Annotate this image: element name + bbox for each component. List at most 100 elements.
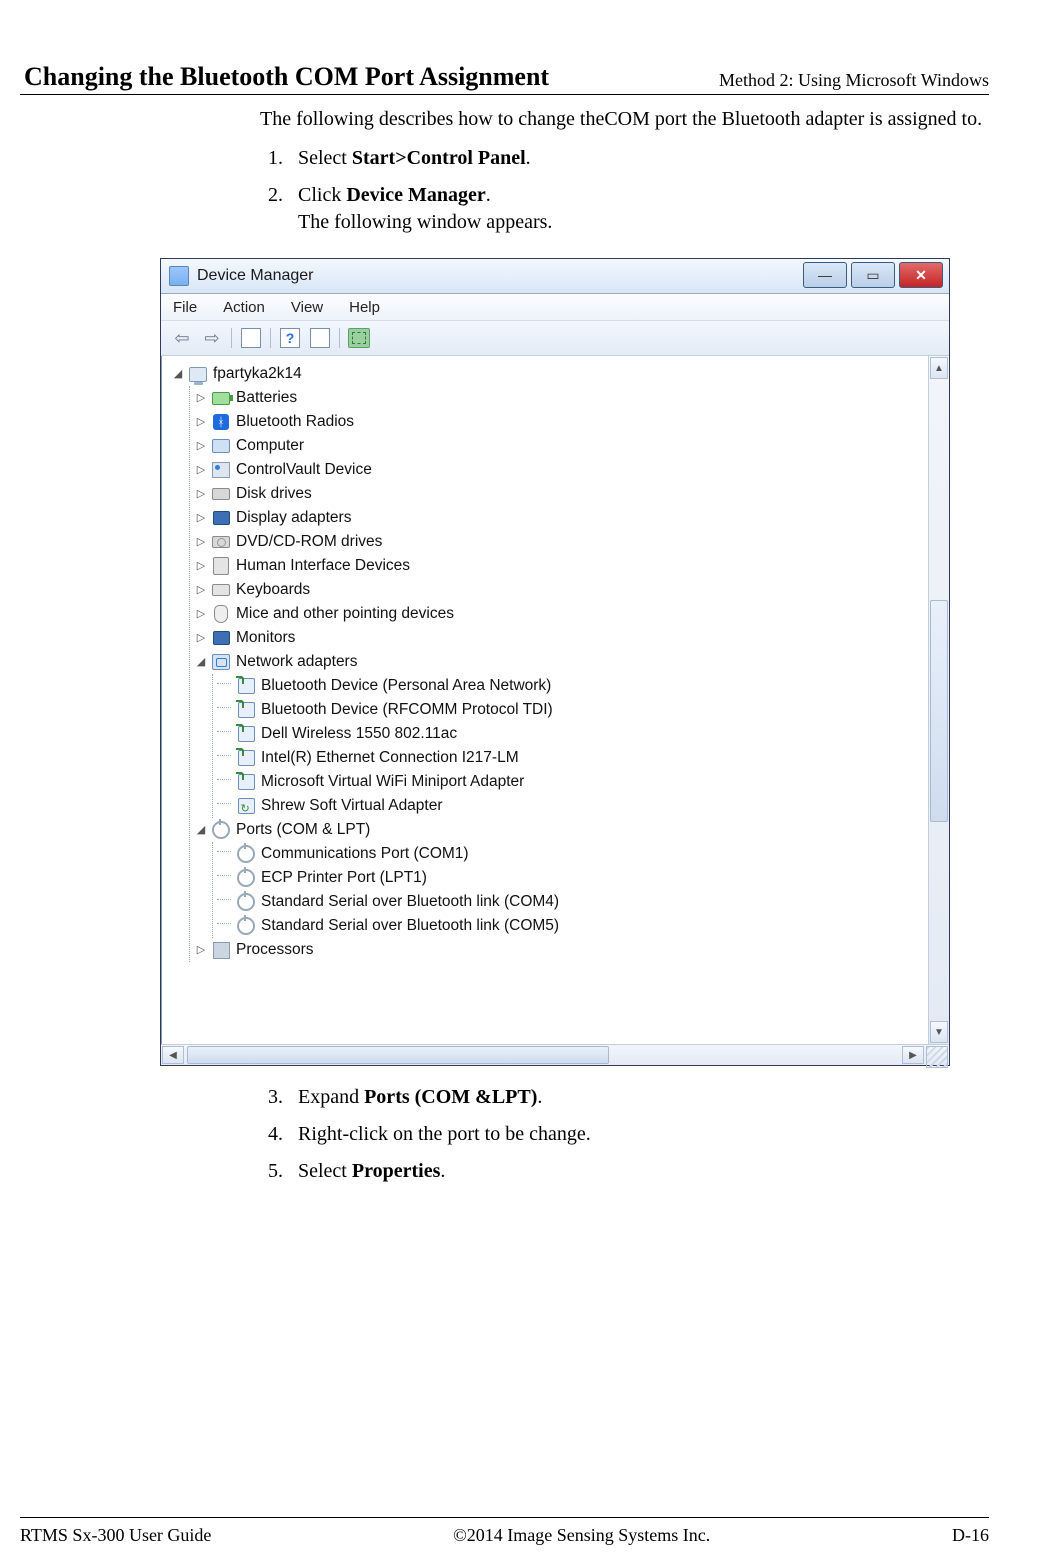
scroll-down-button[interactable]: ▼ bbox=[930, 1021, 948, 1043]
page-icon bbox=[241, 328, 261, 348]
port-icon bbox=[237, 917, 255, 935]
vertical-scrollbar[interactable]: ▲ ▼ bbox=[928, 356, 949, 1044]
minimize-button[interactable]: — bbox=[803, 262, 847, 288]
window-titlebar[interactable]: Device Manager — ▭ ✕ bbox=[161, 259, 949, 294]
toolbar-properties-button[interactable] bbox=[307, 326, 333, 350]
step-2: Click Device Manager. The following wind… bbox=[288, 182, 989, 236]
processor-icon bbox=[213, 942, 230, 959]
tree-node-keyboards[interactable]: ▷Keyboards bbox=[192, 578, 928, 602]
header-right-text: Method 2: Using Microsoft Windows bbox=[719, 70, 989, 91]
tree-leaf-port-com1[interactable]: Communications Port (COM1) bbox=[215, 842, 928, 866]
monitor-icon bbox=[213, 631, 230, 645]
tree-root[interactable]: ◢ fpartyka2k14 bbox=[169, 362, 928, 386]
computer-category-icon bbox=[212, 439, 230, 453]
port-icon bbox=[237, 893, 255, 911]
expander-icon[interactable]: ▷ bbox=[194, 458, 208, 482]
close-button[interactable]: ✕ bbox=[899, 262, 943, 288]
tree-leaf-net-intel[interactable]: Intel(R) Ethernet Connection I217-LM bbox=[215, 746, 928, 770]
tree-leaf-net-rfcomm[interactable]: Bluetooth Device (RFCOMM Protocol TDI) bbox=[215, 698, 928, 722]
toolbar-forward-button[interactable]: ⇨ bbox=[199, 326, 225, 350]
expander-icon[interactable]: ▷ bbox=[194, 938, 208, 962]
network-adapter-icon bbox=[238, 750, 255, 766]
tree-node-computer[interactable]: ▷Computer bbox=[192, 434, 928, 458]
menu-action[interactable]: Action bbox=[223, 299, 265, 316]
step-5: Select Properties. bbox=[288, 1158, 989, 1185]
scroll-right-button[interactable]: ▶ bbox=[902, 1046, 924, 1064]
tree-node-hid[interactable]: ▷Human Interface Devices bbox=[192, 554, 928, 578]
tree-node-controlvault[interactable]: ▷ControlVault Device bbox=[192, 458, 928, 482]
step-1: Select Start>Control Panel. bbox=[288, 145, 989, 172]
controlvault-icon bbox=[212, 462, 230, 478]
expander-icon[interactable]: ◢ bbox=[171, 362, 185, 386]
network-adapter-icon bbox=[238, 678, 255, 694]
toolbar-scan-button[interactable] bbox=[346, 326, 372, 350]
vscroll-track[interactable] bbox=[929, 380, 949, 1020]
ports-icon bbox=[212, 821, 230, 839]
hscroll-thumb[interactable] bbox=[187, 1046, 609, 1064]
maximize-button[interactable]: ▭ bbox=[851, 262, 895, 288]
device-manager-window: Device Manager — ▭ ✕ File Action View He… bbox=[160, 258, 950, 1066]
tree-node-bluetooth-radios[interactable]: ▷ᚼBluetooth Radios bbox=[192, 410, 928, 434]
scan-icon bbox=[348, 328, 370, 348]
computer-icon bbox=[189, 367, 207, 382]
header-rule bbox=[20, 94, 989, 95]
menu-help[interactable]: Help bbox=[349, 299, 380, 316]
expander-icon[interactable]: ▷ bbox=[194, 410, 208, 434]
expander-icon[interactable]: ▷ bbox=[194, 578, 208, 602]
tree-node-display-adapters[interactable]: ▷Display adapters bbox=[192, 506, 928, 530]
tree-node-disk-drives[interactable]: ▷Disk drives bbox=[192, 482, 928, 506]
network-adapter-icon bbox=[238, 702, 255, 718]
keyboard-icon bbox=[212, 584, 230, 596]
footer-rule bbox=[20, 1517, 989, 1518]
toolbar-back-button[interactable]: ⇦ bbox=[169, 326, 195, 350]
tree-leaf-net-dell[interactable]: Dell Wireless 1550 802.11ac bbox=[215, 722, 928, 746]
expander-icon[interactable]: ▷ bbox=[194, 434, 208, 458]
toolbar-show-hidden-button[interactable] bbox=[238, 326, 264, 350]
size-grip[interactable] bbox=[926, 1046, 948, 1068]
tree-node-processors[interactable]: ▷Processors bbox=[192, 938, 928, 962]
page-footer: RTMS Sx-300 User Guide ©2014 Image Sensi… bbox=[20, 1525, 989, 1546]
dvd-icon bbox=[212, 536, 230, 548]
step-4: Right-click on the port to be change. bbox=[288, 1121, 989, 1148]
expander-icon[interactable]: ▷ bbox=[194, 626, 208, 650]
expander-icon[interactable]: ◢ bbox=[194, 818, 208, 842]
system-icon bbox=[169, 266, 189, 286]
tree-node-dvd[interactable]: ▷DVD/CD-ROM drives bbox=[192, 530, 928, 554]
tree-leaf-net-msvirt[interactable]: Microsoft Virtual WiFi Miniport Adapter bbox=[215, 770, 928, 794]
expander-icon[interactable]: ▷ bbox=[194, 506, 208, 530]
expander-icon[interactable]: ▷ bbox=[194, 386, 208, 410]
expander-icon[interactable]: ◢ bbox=[194, 650, 208, 674]
footer-left: RTMS Sx-300 User Guide bbox=[20, 1525, 211, 1546]
tree-leaf-net-shrew[interactable]: Shrew Soft Virtual Adapter bbox=[215, 794, 928, 818]
expander-icon[interactable]: ▷ bbox=[194, 482, 208, 506]
display-icon bbox=[213, 511, 230, 525]
horizontal-scrollbar[interactable]: ◀ ▶ bbox=[161, 1044, 949, 1065]
tree-node-batteries[interactable]: ▷Batteries bbox=[192, 386, 928, 410]
tree-leaf-port-com5[interactable]: Standard Serial over Bluetooth link (COM… bbox=[215, 914, 928, 938]
toolbar-help-button[interactable]: ? bbox=[277, 326, 303, 350]
menu-file[interactable]: File bbox=[173, 299, 197, 316]
scroll-up-button[interactable]: ▲ bbox=[930, 357, 948, 379]
help-icon: ? bbox=[280, 328, 300, 348]
tree-leaf-port-lpt1[interactable]: ECP Printer Port (LPT1) bbox=[215, 866, 928, 890]
hscroll-track[interactable] bbox=[185, 1045, 901, 1065]
tree-node-mice[interactable]: ▷Mice and other pointing devices bbox=[192, 602, 928, 626]
network-icon bbox=[212, 654, 230, 670]
tree-leaf-port-com4[interactable]: Standard Serial over Bluetooth link (COM… bbox=[215, 890, 928, 914]
device-manager-figure: Device Manager — ▭ ✕ File Action View He… bbox=[160, 258, 950, 1066]
expander-icon[interactable]: ▷ bbox=[194, 602, 208, 626]
tree-node-monitors[interactable]: ▷Monitors bbox=[192, 626, 928, 650]
scroll-left-button[interactable]: ◀ bbox=[162, 1046, 184, 1064]
expander-icon[interactable]: ▷ bbox=[194, 530, 208, 554]
expander-icon[interactable]: ▷ bbox=[194, 554, 208, 578]
step-2-note: The following window appears. bbox=[298, 209, 989, 236]
tree-node-network-adapters[interactable]: ◢Network adapters bbox=[192, 650, 928, 674]
menu-view[interactable]: View bbox=[291, 299, 323, 316]
tree-node-ports[interactable]: ◢Ports (COM & LPT) bbox=[192, 818, 928, 842]
tree-leaf-net-pan[interactable]: Bluetooth Device (Personal Area Network) bbox=[215, 674, 928, 698]
window-title: Device Manager bbox=[197, 267, 314, 285]
footer-right: D-16 bbox=[952, 1525, 989, 1546]
arrow-right-icon: ⇨ bbox=[204, 328, 219, 349]
port-icon bbox=[237, 869, 255, 887]
vscroll-thumb[interactable] bbox=[930, 600, 948, 822]
